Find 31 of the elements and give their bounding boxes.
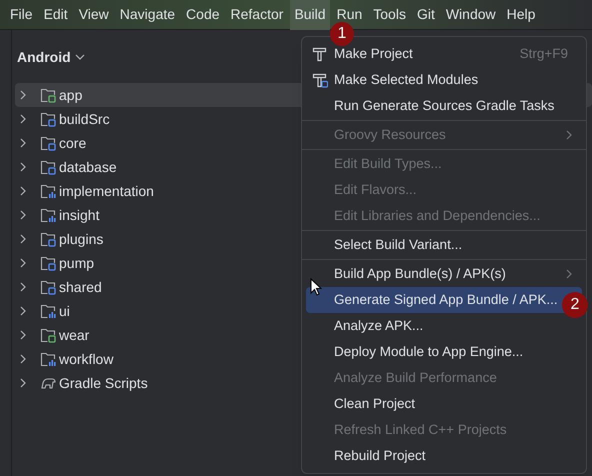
tree-item-label: implementation <box>59 182 154 201</box>
menu-entry-label: Deploy Module to App Engine... <box>334 342 524 361</box>
tree-item-label: shared <box>59 278 102 296</box>
tree-item-label: core <box>59 134 86 152</box>
menu-entry-label: Make Selected Modules <box>334 70 478 89</box>
menu-entry-label: Rebuild Project <box>334 446 426 465</box>
menu-entry-label: Analyze APK... <box>334 316 424 335</box>
menu-entry-label: Edit Libraries and Dependencies... <box>334 206 540 225</box>
menu-entry-label: Analyze Build Performance <box>334 368 497 387</box>
menu-entry-label: Refresh Linked C++ Projects <box>334 420 507 439</box>
menu-entry-label: Generate Signed App Bundle / APK... <box>334 290 558 309</box>
menu-entry-label: Groovy Resources <box>334 126 446 144</box>
menu-entry-label: Make Project <box>334 44 413 63</box>
menu-entry-label: Run Generate Sources Gradle Tasks <box>334 96 554 115</box>
tree-item-label: app <box>59 86 82 105</box>
tree-item-label: workflow <box>59 350 114 368</box>
tree-item-label: database <box>59 158 117 176</box>
tree-item-label: plugins <box>59 230 104 249</box>
menu-entry-label: Select Build Variant... <box>334 236 462 254</box>
menu-entry-label: Edit Build Types... <box>334 154 442 173</box>
tree-item-label: ui <box>59 302 70 320</box>
tree-item-label: wear <box>59 326 90 344</box>
tree-item-label: pump <box>59 254 94 273</box>
project-view-title: Android <box>17 48 71 66</box>
tree-item-label: Gradle Scripts <box>59 374 148 393</box>
menu-entry-label: Build App Bundle(s) / APK(s) <box>334 264 506 283</box>
menu-entry-label: Edit Flavors... <box>334 180 417 199</box>
menu-entry-label: Clean Project <box>334 394 416 413</box>
shortcut-label: Strg+F9 <box>520 44 568 63</box>
tree-item-label: buildSrc <box>59 110 110 128</box>
tree-item-label: insight <box>59 206 100 225</box>
